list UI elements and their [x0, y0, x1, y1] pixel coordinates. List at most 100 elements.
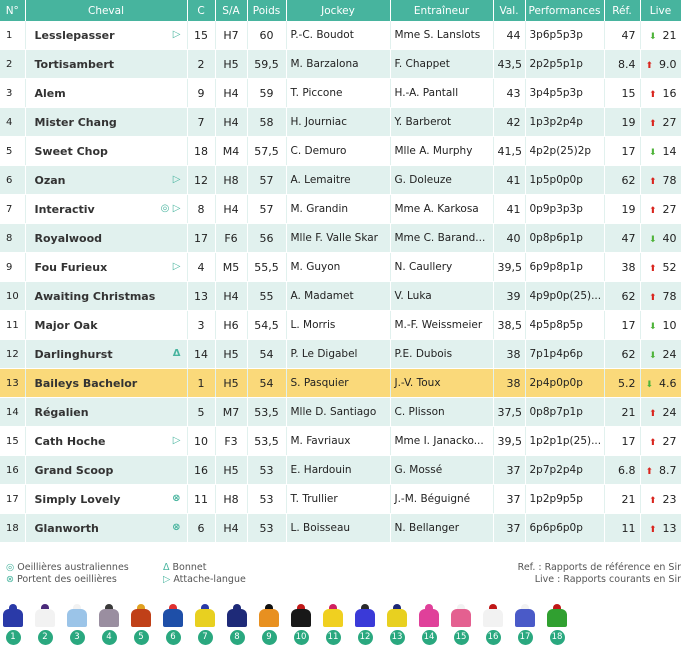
jockey-name[interactable]: S. Pasquier	[286, 368, 391, 398]
jockey-name[interactable]: C. Demuro	[286, 136, 391, 166]
runner-number: 9	[0, 252, 26, 282]
table-row[interactable]: 13 Baileys Bachelor 1 H5 54 S. Pasquier J.-V. …	[0, 368, 681, 398]
jockey-name[interactable]: H. Journiac	[286, 107, 391, 137]
silk-13: 13	[384, 604, 410, 645]
jockey-name[interactable]: A. Madamet	[286, 281, 391, 311]
trainer-name[interactable]: J.-M. Béguigné	[390, 484, 494, 514]
col-live[interactable]: Live	[640, 0, 681, 21]
trainer-name[interactable]: V. Luka	[390, 281, 494, 311]
table-row[interactable]: 2 Tortisambert 2 H5 59,5 M. Barzalona F. Chapp…	[0, 49, 681, 79]
jockey-name[interactable]: M. Barzalona	[286, 49, 391, 79]
horse-name[interactable]: Fou Furieux ▷	[25, 252, 188, 282]
horse-name[interactable]: Interactiv ◎ ▷	[25, 194, 188, 224]
horse-name[interactable]: Awaiting Christmas	[25, 281, 188, 311]
ref-odds: 62	[604, 165, 641, 195]
silk-number-badge: 14	[421, 630, 437, 645]
jockey-name[interactable]: P.-C. Boudot	[286, 21, 391, 50]
horse-name[interactable]: Mister Chang	[25, 107, 188, 137]
horse-name[interactable]: Simply Lovely ⊗	[25, 484, 188, 514]
trainer-name[interactable]: Mlle A. Murphy	[390, 136, 494, 166]
ref-odds: 47	[604, 21, 641, 50]
col-cheval[interactable]: Cheval	[25, 0, 188, 21]
table-row[interactable]: 8 Royalwood 17 F6 56 Mlle F. Valle Skar Mme C.…	[0, 223, 681, 253]
weight: 53,5	[247, 397, 287, 427]
trainer-name[interactable]: Mme C. Barand...	[390, 223, 494, 253]
trainer-name[interactable]: N. Bellanger	[390, 513, 494, 543]
runner-number: 3	[0, 78, 26, 108]
col-valeur[interactable]: Val.	[493, 0, 526, 21]
trainer-name[interactable]: Mme A. Karkosa	[390, 194, 494, 224]
corde: 2	[187, 49, 216, 79]
horse-name[interactable]: Royalwood	[25, 223, 188, 253]
sex-age: H4	[215, 281, 248, 311]
horse-name[interactable]: Grand Scoop	[25, 455, 188, 485]
arrow-down-icon: ⬇	[648, 350, 657, 361]
trainer-name[interactable]: G. Doleuze	[390, 165, 494, 195]
col-sa[interactable]: S/A	[215, 0, 248, 21]
value: 38	[493, 339, 526, 369]
jockey-name[interactable]: Mlle D. Santiago	[286, 397, 391, 427]
trainer-name[interactable]: G. Mossé	[390, 455, 494, 485]
table-row[interactable]: 18 Glanworth ⊗ 6 H4 53 L. Boisseau N. Bellanger…	[0, 513, 681, 543]
horse-name[interactable]: Lesslepasser ▷	[25, 21, 188, 50]
jockey-name[interactable]: Mlle F. Valle Skar	[286, 223, 391, 253]
table-row[interactable]: 15 Cath Hoche ▷ 10 F3 53,5 M. Favriaux Mme I. J…	[0, 426, 681, 456]
horse-name[interactable]: Régalien	[25, 397, 188, 427]
col-performances[interactable]: Performances	[525, 0, 605, 21]
horse-name[interactable]: Baileys Bachelor	[25, 368, 188, 398]
table-row[interactable]: 4 Mister Chang 7 H4 58 H. Journiac Y. Barberot…	[0, 107, 681, 137]
horse-name[interactable]: Tortisambert	[25, 49, 188, 79]
trainer-name[interactable]: Mme I. Janacko...	[390, 426, 494, 456]
trainer-name[interactable]: Y. Barberot	[390, 107, 494, 137]
jockey-name[interactable]: M. Grandin	[286, 194, 391, 224]
jockey-name[interactable]: L. Morris	[286, 310, 391, 340]
col-jockey[interactable]: Jockey	[286, 0, 391, 21]
trainer-name[interactable]: N. Caullery	[390, 252, 494, 282]
trainer-name[interactable]: P.E. Dubois	[390, 339, 494, 369]
corde: 17	[187, 223, 216, 253]
performances: 2p2p5p1p	[525, 49, 605, 79]
col-num[interactable]: N°	[0, 0, 26, 21]
horse-name[interactable]: Major Oak	[25, 310, 188, 340]
jockey-name[interactable]: T. Piccone	[286, 78, 391, 108]
table-row[interactable]: 16 Grand Scoop 16 H5 53 E. Hardouin G. Mossé 37…	[0, 455, 681, 485]
horse-name[interactable]: Ozan ▷	[25, 165, 188, 195]
jockey-name[interactable]: A. Lemaitre	[286, 165, 391, 195]
horse-name[interactable]: Glanworth ⊗	[25, 513, 188, 543]
table-row[interactable]: 1 Lesslepasser ▷ 15 H7 60 P.-C. Boudot Mme S. L…	[0, 21, 681, 50]
trainer-name[interactable]: Mme S. Lanslots	[390, 21, 494, 50]
jockey-name[interactable]: E. Hardouin	[286, 455, 391, 485]
trainer-name[interactable]: H.-A. Pantall	[390, 78, 494, 108]
table-row[interactable]: 17 Simply Lovely ⊗ 11 H8 53 T. Trullier J.-M. B…	[0, 484, 681, 514]
legend-ref: Ref. : Rapports de référence en Sir	[517, 562, 681, 573]
trainer-name[interactable]: M.-F. Weissmeier	[390, 310, 494, 340]
jockey-name[interactable]: L. Boisseau	[286, 513, 391, 543]
jockey-name[interactable]: P. Le Digabel	[286, 339, 391, 369]
horse-name[interactable]: Cath Hoche ▷	[25, 426, 188, 456]
col-poids[interactable]: Poids	[247, 0, 287, 21]
horse-name[interactable]: Alem	[25, 78, 188, 108]
equipment-icon: ⊗	[172, 493, 181, 504]
legend-bonnet: Δ Bonnet	[163, 562, 207, 573]
trainer-name[interactable]: J.-V. Toux	[390, 368, 494, 398]
table-row[interactable]: 3 Alem 9 H4 59 T. Piccone H.-A. Pantall 43 3p4p5…	[0, 78, 681, 108]
jockey-name[interactable]: M. Guyon	[286, 252, 391, 282]
table-row[interactable]: 5 Sweet Chop 18 M4 57,5 C. Demuro Mlle A. Murp…	[0, 136, 681, 166]
table-row[interactable]: 11 Major Oak 3 H6 54,5 L. Morris M.-F. Weissme…	[0, 310, 681, 340]
horse-name[interactable]: Darlinghurst Δ	[25, 339, 188, 369]
jockey-name[interactable]: T. Trullier	[286, 484, 391, 514]
table-row[interactable]: 12 Darlinghurst Δ 14 H5 54 P. Le Digabel P.E. D…	[0, 339, 681, 369]
table-row[interactable]: 10 Awaiting Christmas 13 H4 55 A. Madamet V. L…	[0, 281, 681, 311]
trainer-name[interactable]: C. Plisson	[390, 397, 494, 427]
col-c[interactable]: C	[187, 0, 216, 21]
table-row[interactable]: 6 Ozan ▷ 12 H8 57 A. Lemaitre G. Doleuze 41 1p5p0…	[0, 165, 681, 195]
col-ref[interactable]: Réf.	[604, 0, 641, 21]
table-row[interactable]: 14 Régalien 5 M7 53,5 Mlle D. Santiago C. Plis…	[0, 397, 681, 427]
trainer-name[interactable]: F. Chappet	[390, 49, 494, 79]
table-row[interactable]: 7 Interactiv ◎ ▷ 8 H4 57 M. Grandin Mme A. Kark…	[0, 194, 681, 224]
jockey-name[interactable]: M. Favriaux	[286, 426, 391, 456]
table-row[interactable]: 9 Fou Furieux ▷ 4 M5 55,5 M. Guyon N. Caullery 3…	[0, 252, 681, 282]
horse-name[interactable]: Sweet Chop	[25, 136, 188, 166]
col-entraineur[interactable]: Entraîneur	[390, 0, 494, 21]
corde: 16	[187, 455, 216, 485]
